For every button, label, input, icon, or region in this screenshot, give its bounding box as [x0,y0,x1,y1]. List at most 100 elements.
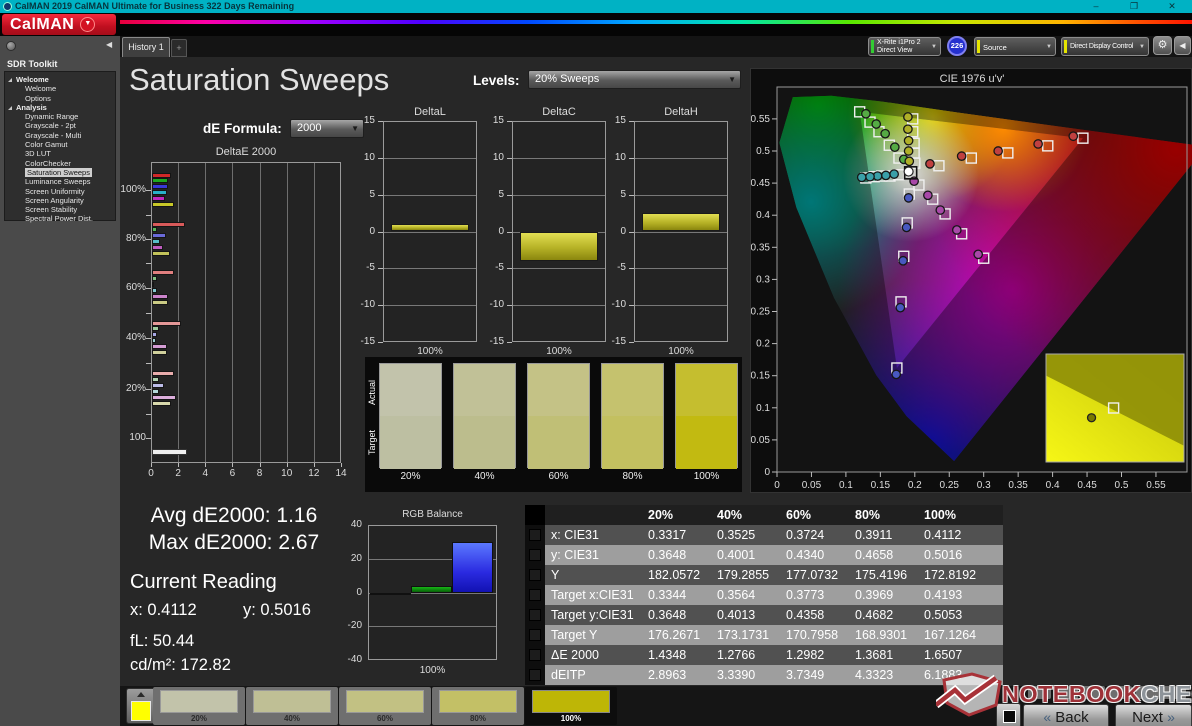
measured-circle-green [861,108,871,119]
saturation-swatch-button[interactable]: 60% [339,687,431,725]
next-button[interactable]: Next » [1115,704,1192,726]
reading-y: y: 0.5016 [243,601,311,619]
page-stub[interactable] [1082,686,1105,699]
swatch-fill [439,690,517,713]
measured-circle-yellow [903,124,913,135]
current-reading-label: Current Reading [130,571,277,593]
tree-item[interactable]: Saturation Sweeps [5,167,115,177]
tree-item[interactable]: Screen Uniformity [5,187,115,196]
chevron-down-icon: ▼ [931,44,937,50]
back-button[interactable]: « Back [1023,704,1109,726]
workflow-options-button[interactable] [6,41,16,51]
bar [391,224,469,232]
gridline [178,163,180,462]
bar [152,287,158,293]
cell: 176.2671 [648,628,701,642]
y-tick [146,388,151,390]
y-tick-label: 15 [492,115,504,126]
cell: 0.3317 [648,528,687,542]
page-stub[interactable] [1136,686,1159,699]
row-label: ΔE 2000 [551,648,599,662]
page-stub[interactable] [1055,686,1078,699]
bar [152,449,188,455]
svg-text:0.55: 0.55 [751,114,770,125]
tree-item[interactable]: Grayscale - Multi [5,131,115,140]
tree-item[interactable]: ColorChecker [5,159,115,168]
swatch-button-label: 40% [283,714,300,723]
y-tick [378,157,383,159]
bar [152,350,167,355]
saturation-swatch-button[interactable]: 40% [246,687,338,725]
swatch-label: 40% [474,471,495,482]
maximize-button[interactable]: ❐ [1126,0,1142,13]
close-button[interactable]: ✕ [1164,0,1180,13]
x-tick-label: 12 [308,468,320,479]
tree-item[interactable]: Spectral Power Dist. [5,214,115,223]
tree-item[interactable]: Color Gamut [5,140,115,149]
tree-item[interactable]: Grayscale - 2pt [5,121,115,130]
meter-dropdown[interactable]: X-Rite i1Pro 2 Direct View ▼ [868,37,941,56]
display-control-dropdown[interactable]: Direct Display Control ▼ [1061,37,1149,56]
panel-toggle-button[interactable]: ◀ [1174,36,1191,55]
swatch-label: 60% [548,471,569,482]
x-tick-label: 2 [175,468,181,479]
y-tick-label: -10 [611,299,626,311]
bar [152,227,157,233]
measured-circle-cyan [881,170,891,181]
row-indicator [525,545,545,565]
bar [152,376,159,382]
levels-dropdown[interactable]: 20% Sweeps ▼ [528,70,741,89]
y-tick [146,363,151,364]
source-status-indicator [977,40,980,53]
gridline [635,231,727,233]
y-tick-label: 10 [363,151,375,163]
add-tab-button[interactable]: + [171,39,187,57]
saturation-swatch-button[interactable]: 20% [153,687,245,725]
stop-button[interactable] [996,703,1021,726]
tree-item[interactable]: Welcome [5,84,115,93]
source-dropdown[interactable]: Source ▼ [974,37,1056,56]
tree-item[interactable]: Luminance Sweeps [5,177,115,186]
swatch-fill [253,690,331,713]
tree-group-header[interactable]: Welcome [5,75,115,84]
y-group-label: 40% [125,332,146,343]
calman-menu-button[interactable]: CalMAN ▼ [2,14,116,35]
tree-item[interactable]: Options [5,94,115,103]
y-group-label: 80% [125,233,146,244]
swatch-window-toggle-button[interactable] [126,688,156,724]
bar [152,202,175,207]
tab-history-1[interactable]: History 1 [122,37,170,57]
settings-button[interactable]: ⚙ [1153,36,1172,55]
bottom-bar: 20% 40% 60% 80% 100% « Back Next » [120,686,1192,726]
saturation-swatch-button[interactable]: 100% [525,687,617,725]
tree-item[interactable]: 3D LUT [5,149,115,158]
saturation-swatch-button[interactable]: 80% [432,687,524,725]
y-tick [629,342,634,343]
collapse-sidebar-icon[interactable]: ◀ [106,40,112,49]
page-stub[interactable] [1109,686,1132,699]
minimize-button[interactable]: – [1088,0,1104,13]
y-tick [146,214,151,216]
window-titlebar: CalMAN 2019 CalMAN Ultimate for Business… [0,0,1192,13]
x-tick-label: 0 [148,468,154,479]
reading-cdm2: cd/m²: 172.82 [130,656,231,674]
chevron-down-icon[interactable]: ▼ [80,17,96,32]
swatch-actual [528,364,589,416]
page-stub[interactable] [1028,686,1051,699]
y-tick [507,305,512,307]
measured-circle-green [880,128,891,139]
workflow-tree: Welcome Welcome Options Analysis Dynamic Ran… [4,71,116,223]
tree-item[interactable]: Screen Stability [5,205,115,214]
page-stub[interactable] [1163,686,1186,699]
tree-item[interactable]: Dynamic Range [5,112,115,121]
tree-group-header[interactable]: Analysis [5,103,115,112]
header-corner-cell [525,505,545,525]
gridline [313,163,315,462]
y-tick-label: 0 [620,225,626,237]
cell: 0.3773 [786,588,825,602]
measurement-count-badge[interactable]: 226 [947,36,967,56]
gridline [259,163,261,462]
tree-item[interactable]: Screen Angularity [5,196,115,205]
y-tick-label: -10 [489,299,504,311]
y-tick-label: 5 [620,188,626,200]
